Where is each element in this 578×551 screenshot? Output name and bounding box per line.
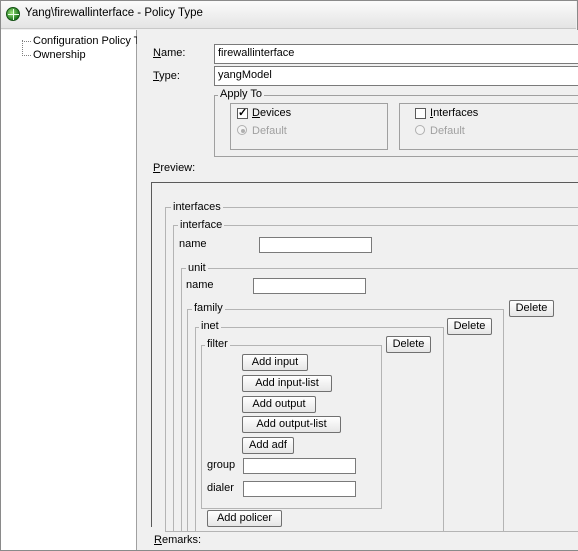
remarks-label: Remarks:: [154, 534, 202, 546]
interface-name-label: name: [179, 238, 207, 250]
interface-name-input[interactable]: [259, 237, 372, 253]
interfaces-default-label: Default: [430, 125, 465, 137]
add-adf-button[interactable]: Add adf: [242, 437, 294, 454]
devices-label[interactable]: Devices: [252, 107, 291, 119]
dialer-label: dialer: [207, 482, 234, 494]
filter-fieldset-label: filter: [205, 338, 230, 350]
add-input-list-button[interactable]: Add input-list: [242, 375, 332, 392]
preview-label: Preview:: [153, 162, 196, 174]
navigation-tree: [1, 30, 137, 550]
unit-name-input[interactable]: [253, 278, 366, 294]
unit-fieldset-label: unit: [186, 262, 208, 274]
interfaces-label[interactable]: Interfaces: [430, 107, 478, 119]
name-field[interactable]: firewallinterface: [214, 44, 578, 64]
inet-delete-button[interactable]: Delete: [447, 318, 492, 335]
name-label: Name:: [153, 47, 186, 59]
add-policer-button[interactable]: Add policer: [207, 510, 282, 527]
group-label: group: [207, 459, 236, 471]
family-delete-button[interactable]: Delete: [509, 300, 554, 317]
tree-item-ownership[interactable]: Ownership: [33, 49, 86, 61]
devices-default-label: Default: [252, 125, 287, 137]
add-input-button[interactable]: Add input: [242, 354, 308, 371]
filter-delete-button[interactable]: Delete: [386, 336, 431, 353]
tree-item-configuration-policy-type[interactable]: Configuration Policy Type: [33, 35, 137, 47]
family-fieldset-label: family: [192, 302, 225, 314]
dialer-input[interactable]: [243, 481, 356, 497]
type-field[interactable]: yangModel: [214, 66, 578, 86]
interfaces-default-radio: [415, 125, 425, 135]
interfaces-checkbox[interactable]: [415, 108, 426, 119]
group-input[interactable]: [243, 458, 356, 474]
tree-connector: [22, 55, 31, 56]
apply-to-label: Apply To: [218, 88, 264, 100]
tree-connector: [22, 41, 31, 42]
window-title: Yang\firewallinterface - Policy Type: [25, 7, 203, 19]
interfaces-fieldset-label: interfaces: [171, 201, 223, 213]
devices-default-radio: [237, 125, 247, 135]
add-output-list-button[interactable]: Add output-list: [242, 416, 341, 433]
type-label: Type:: [153, 70, 180, 82]
app-globe-icon: [6, 7, 20, 21]
inet-fieldset-label: inet: [199, 320, 221, 332]
unit-name-label: name: [186, 279, 214, 291]
add-output-button[interactable]: Add output: [242, 396, 316, 413]
tree-connector: [22, 40, 23, 56]
devices-checkbox[interactable]: [237, 106, 248, 119]
interface-fieldset-label: interface: [178, 219, 225, 231]
